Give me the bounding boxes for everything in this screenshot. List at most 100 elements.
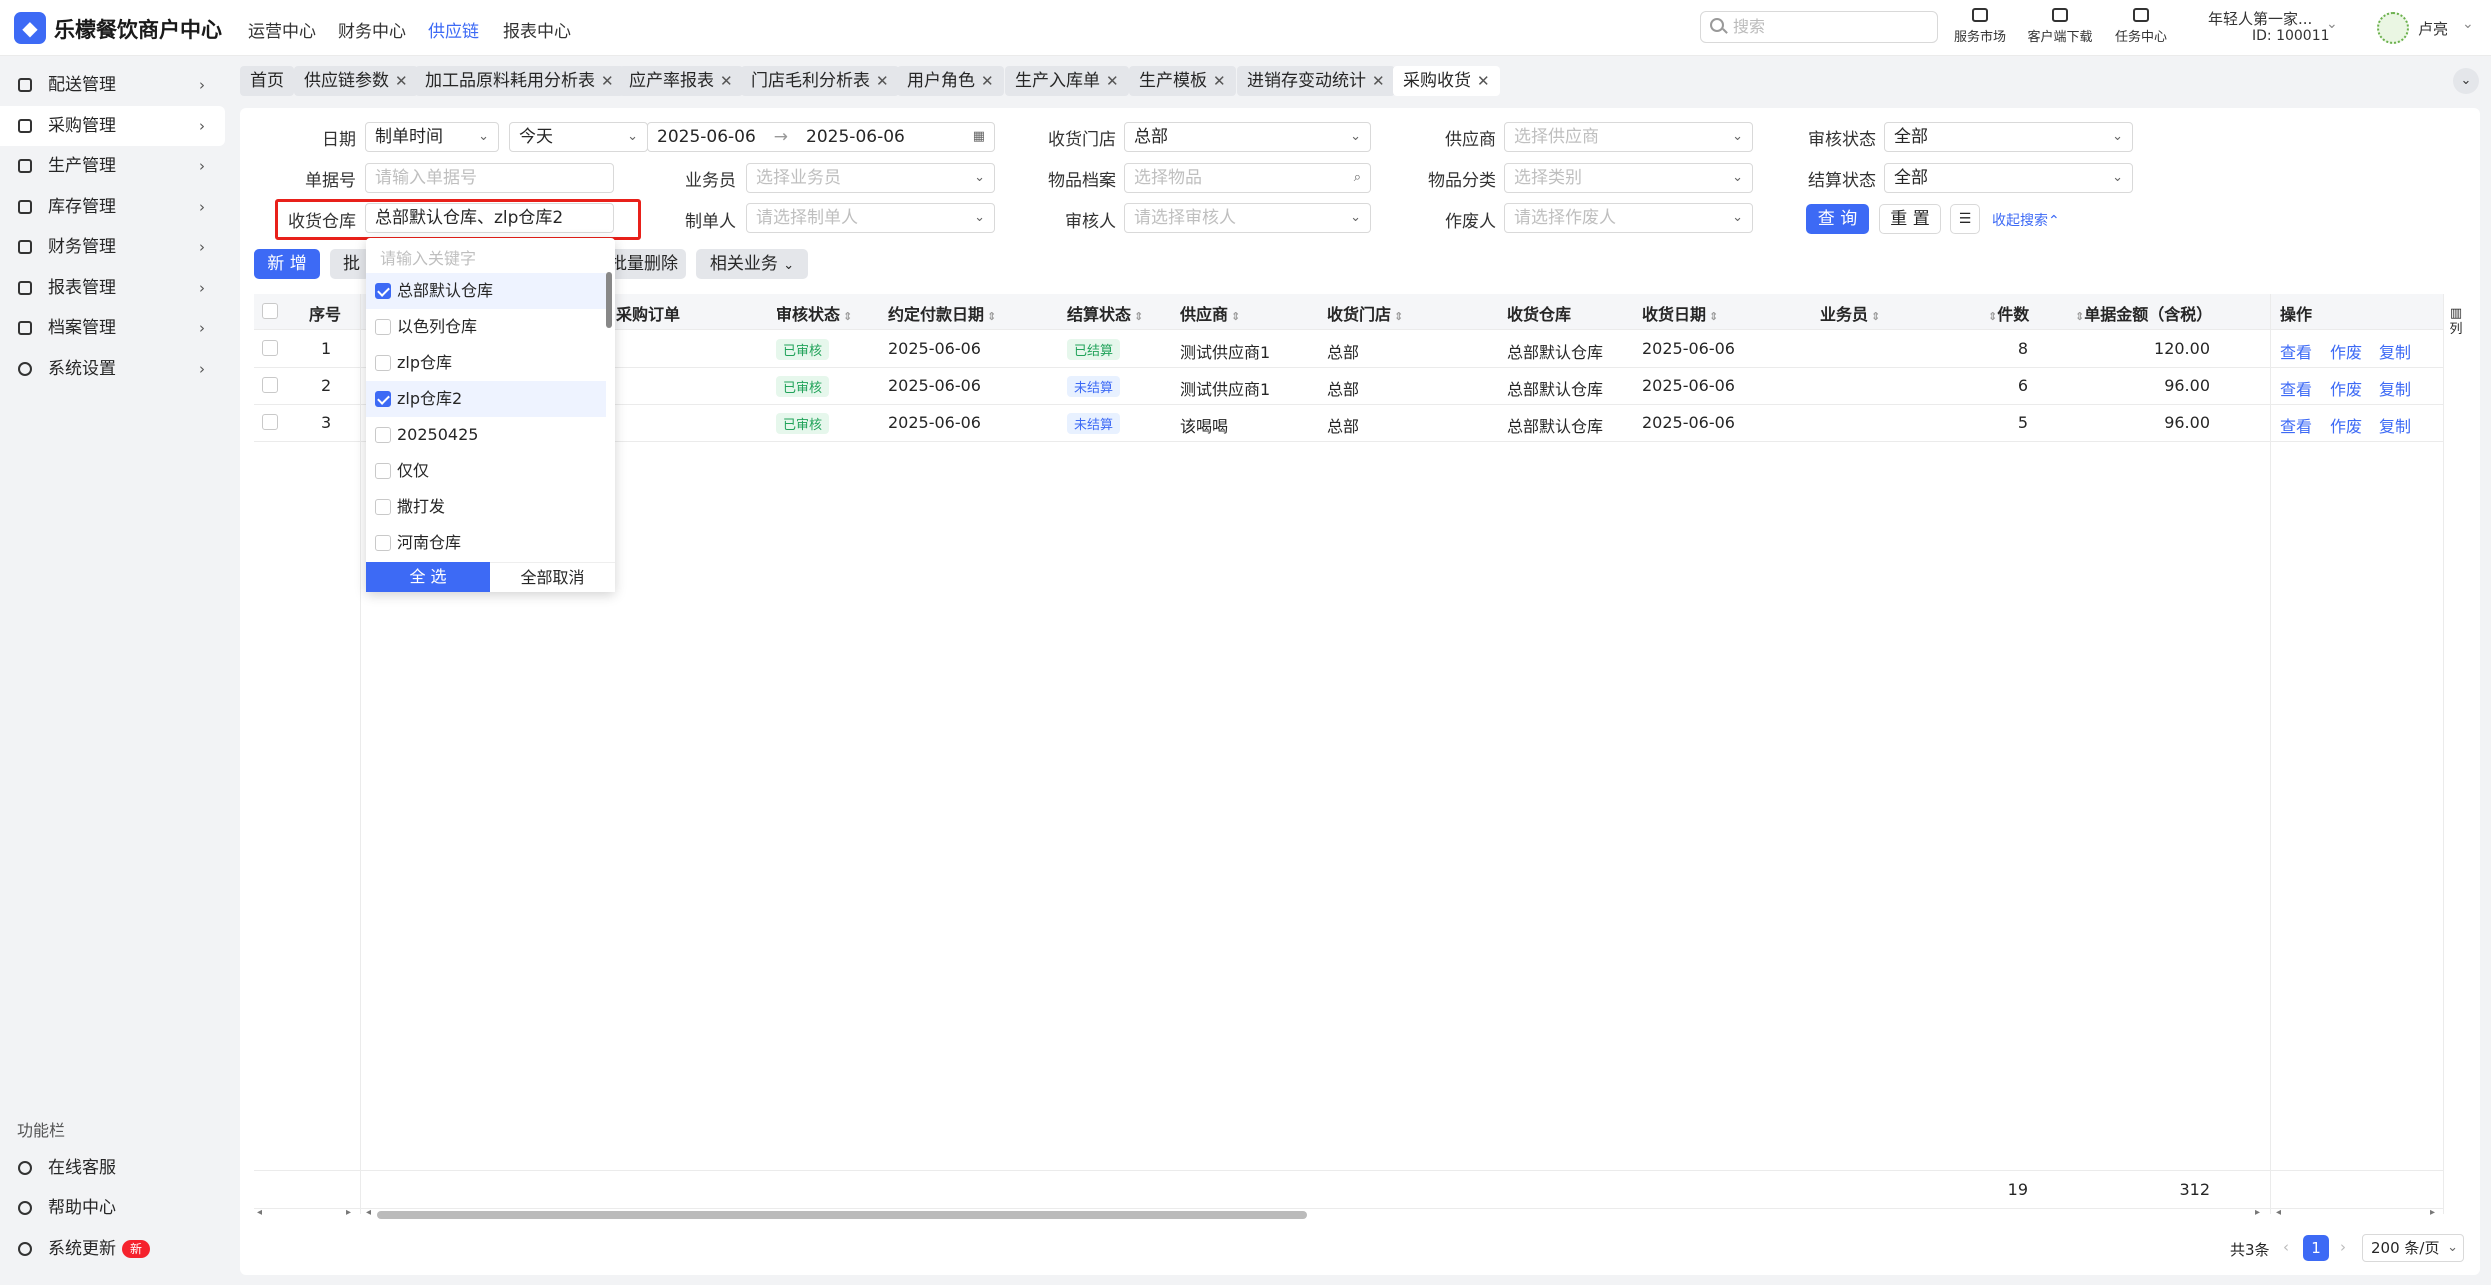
tab-inventory-change[interactable]: 进销存变动统计 ✕ xyxy=(1237,66,1395,96)
batch-button[interactable]: 批量 xyxy=(330,249,370,279)
close-icon[interactable]: ✕ xyxy=(1477,72,1490,90)
tab-store-margin[interactable]: 门店毛利分析表 ✕ xyxy=(741,66,899,96)
global-search-input[interactable]: 搜索 xyxy=(1700,11,1938,43)
add-button[interactable]: 新 增 xyxy=(254,249,320,279)
sidebar-item-production[interactable]: 生产管理 › xyxy=(0,146,225,186)
deselect-all-button[interactable]: 全部取消 xyxy=(490,562,615,592)
dropdown-search-input[interactable]: 请输入关键字 xyxy=(366,244,615,274)
dropdown-option[interactable]: 20250425 xyxy=(366,417,606,453)
topnav-finance[interactable]: 财务中心 xyxy=(338,17,406,42)
date-range-select[interactable]: 今天 ⌄ xyxy=(509,122,648,152)
sidebar-item-delivery[interactable]: 配送管理 › xyxy=(0,65,225,105)
checkbox[interactable] xyxy=(375,535,391,551)
col-recv-date[interactable]: 收货日期 ⇕ xyxy=(1642,301,1718,325)
dropdown-option[interactable]: zlp仓库2 xyxy=(366,381,606,417)
row-checkbox[interactable] xyxy=(262,414,278,430)
row-checkbox[interactable] xyxy=(262,377,278,393)
topnav-supply-chain[interactable]: 供应链 xyxy=(428,17,479,42)
reset-button[interactable]: 重 置 xyxy=(1879,204,1941,234)
page-button[interactable]: 1 xyxy=(2303,1235,2329,1261)
sidebar-item-purchase[interactable]: 采购管理 › xyxy=(0,106,225,146)
view-link[interactable]: 查看 xyxy=(2280,339,2312,363)
date-range-picker[interactable]: 2025-06-06 → 2025-06-06 ▦ xyxy=(647,122,995,152)
close-icon[interactable]: ✕ xyxy=(601,72,614,90)
col-audit-status[interactable]: 审核状态 ⇕ xyxy=(776,301,852,325)
user-name[interactable]: 卢亮 xyxy=(2418,18,2448,39)
sidebar-item-reports[interactable]: 报表管理 › xyxy=(0,268,225,308)
dropdown-scrollbar[interactable] xyxy=(606,272,612,328)
dropdown-option[interactable]: 以色列仓库 xyxy=(366,309,606,345)
col-salesman[interactable]: 业务员 ⇕ xyxy=(1820,301,1880,325)
scroll-left-icon[interactable]: ◂ xyxy=(2276,1207,2281,1218)
void-link[interactable]: 作废 xyxy=(2330,339,2362,363)
item-archive-input[interactable]: 选择物品 ⌕ xyxy=(1124,163,1371,193)
avatar[interactable] xyxy=(2377,12,2409,44)
col-supplier[interactable]: 供应商 ⇕ xyxy=(1180,301,1240,325)
col-purchase-order[interactable]: 采购订单 xyxy=(616,301,680,325)
checkbox[interactable] xyxy=(375,499,391,515)
copy-link[interactable]: 复制 xyxy=(2379,376,2411,400)
col-qty[interactable]: ⇕件数 xyxy=(1985,301,2029,325)
service-market-button[interactable]: 服务市场 xyxy=(1940,6,2020,45)
scroll-right-icon[interactable]: ▸ xyxy=(2430,1207,2435,1218)
dropdown-option[interactable]: zlp仓库 xyxy=(366,345,606,381)
checkbox[interactable] xyxy=(375,463,391,479)
tab-user-roles[interactable]: 用户角色 ✕ xyxy=(897,66,1004,96)
search-icon[interactable]: ⌕ xyxy=(1354,164,1361,192)
doc-number-input[interactable]: 请输入单据号 xyxy=(365,163,614,193)
void-link[interactable]: 作废 xyxy=(2330,376,2362,400)
audit-status-select[interactable]: 全部 ⌄ xyxy=(1884,122,2133,152)
item-category-select[interactable]: 选择类别 ⌄ xyxy=(1504,163,1753,193)
scroll-left-icon[interactable]: ◂ xyxy=(366,1207,371,1218)
scroll-left-icon[interactable]: ◂ xyxy=(257,1207,262,1218)
tabs-more-button[interactable]: ⌄ xyxy=(2453,68,2479,94)
help-center-link[interactable]: 帮助中心 xyxy=(0,1188,225,1228)
dropdown-option[interactable]: 撒打发 xyxy=(366,489,606,525)
next-page-icon[interactable]: › xyxy=(2340,1238,2346,1256)
topnav-operations[interactable]: 运营中心 xyxy=(248,17,316,42)
chevron-down-icon[interactable]: ⌄ xyxy=(2326,16,2338,32)
shop-name[interactable]: 年轻人第一家... xyxy=(2208,8,2312,29)
col-pay-date[interactable]: 约定付款日期 ⇕ xyxy=(888,301,996,325)
online-service-link[interactable]: 在线客服 xyxy=(0,1148,225,1188)
scroll-right-icon[interactable]: ▸ xyxy=(2255,1207,2260,1218)
view-link[interactable]: 查看 xyxy=(2280,413,2312,437)
filter-settings-icon[interactable]: ☰ xyxy=(1950,204,1980,234)
voider-select[interactable]: 请选择作废人 ⌄ xyxy=(1504,203,1753,233)
prev-page-icon[interactable]: ‹ xyxy=(2283,1238,2289,1256)
view-link[interactable]: 查看 xyxy=(2280,376,2312,400)
checkbox[interactable] xyxy=(375,427,391,443)
date-type-select[interactable]: 制单时间 ⌄ xyxy=(365,122,499,152)
row-checkbox[interactable] xyxy=(262,340,278,356)
select-all-checkbox[interactable] xyxy=(262,303,278,319)
tab-material-analysis[interactable]: 加工品原料耗用分析表 ✕ xyxy=(415,66,624,96)
close-icon[interactable]: ✕ xyxy=(395,72,408,90)
dropdown-option[interactable]: 总部默认仓库 xyxy=(366,273,606,309)
checkbox[interactable] xyxy=(375,319,391,335)
col-store[interactable]: 收货门店 ⇕ xyxy=(1327,301,1403,325)
horizontal-scrollbar[interactable] xyxy=(377,1211,1307,1219)
supplier-select[interactable]: 选择供应商 ⌄ xyxy=(1504,122,1753,152)
copy-link[interactable]: 复制 xyxy=(2379,413,2411,437)
related-business-button[interactable]: 相关业务 ⌄ xyxy=(696,249,808,279)
topnav-reports[interactable]: 报表中心 xyxy=(503,17,571,42)
store-select[interactable]: 总部 ⌄ xyxy=(1124,122,1371,152)
checkbox-checked[interactable] xyxy=(375,283,391,299)
scroll-right-icon[interactable]: ▸ xyxy=(346,1207,351,1218)
settle-status-select[interactable]: 全部 ⌄ xyxy=(1884,163,2133,193)
page-size-select[interactable]: 200 条/页 ⌄ xyxy=(2362,1234,2464,1262)
close-icon[interactable]: ✕ xyxy=(1106,72,1119,90)
close-icon[interactable]: ✕ xyxy=(1372,72,1385,90)
col-settle-status[interactable]: 结算状态 ⇕ xyxy=(1067,301,1143,325)
sidebar-item-inventory[interactable]: 库存管理 › xyxy=(0,187,225,227)
col-amount[interactable]: ⇕单据金额（含税） xyxy=(2072,301,2212,325)
tab-purchase-receipt[interactable]: 采购收货 ✕ xyxy=(1393,66,1500,96)
close-icon[interactable]: ✕ xyxy=(876,72,889,90)
tab-yield-report[interactable]: 应产率报表 ✕ xyxy=(619,66,743,96)
checkbox-checked[interactable] xyxy=(375,391,391,407)
tab-supply-params[interactable]: 供应链参数 ✕ xyxy=(294,66,418,96)
query-button[interactable]: 查 询 xyxy=(1806,204,1869,234)
creator-select[interactable]: 请选择制单人 ⌄ xyxy=(746,203,995,233)
copy-link[interactable]: 复制 xyxy=(2379,339,2411,363)
close-icon[interactable]: ✕ xyxy=(1213,72,1226,90)
